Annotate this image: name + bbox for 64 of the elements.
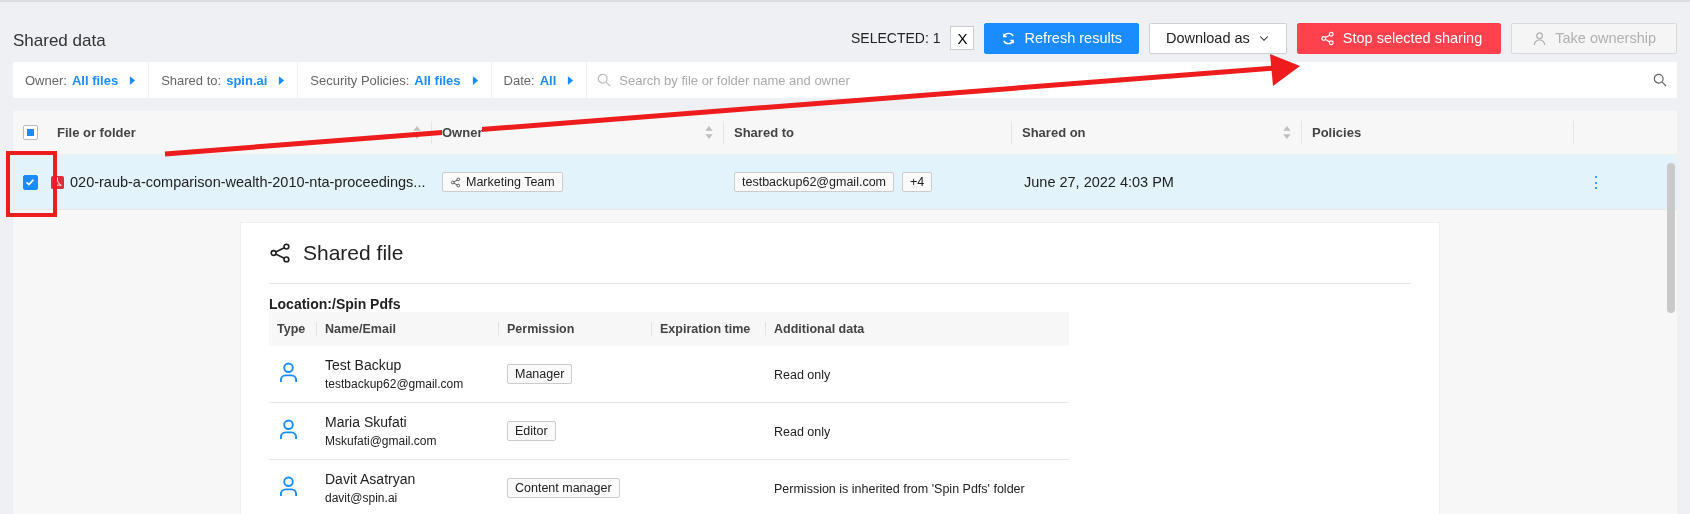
action-button[interactable]: Refresh results bbox=[984, 22, 1139, 54]
user-name: Maria Skufati bbox=[325, 414, 408, 430]
search-icon[interactable] bbox=[1653, 73, 1667, 87]
additional-data: Read only bbox=[774, 368, 831, 382]
caret-icon bbox=[129, 75, 137, 85]
shared-date: June 27, 2022 4:03 PM bbox=[1023, 174, 1174, 190]
table-row[interactable]: 020-raub-a-comparison-wealth-2010-nta-proceedings... Marketing Team testbackup62@gmail.com +4 June 27, 2022 4:03 PM ⋮ bbox=[13, 155, 1677, 210]
sort-icon[interactable] bbox=[413, 126, 421, 139]
share-icon bbox=[269, 242, 291, 264]
location-label: Location:/Spin Pdfs bbox=[269, 296, 402, 312]
column-header: Permission bbox=[499, 322, 652, 336]
column-header: Shared on bbox=[1022, 125, 1086, 140]
user-email: Mskufati@gmail.com bbox=[325, 434, 438, 448]
search-icon bbox=[597, 73, 612, 87]
permission-tag: Manager bbox=[507, 364, 573, 384]
file-name[interactable]: 020-raub-a-comparison-wealth-2010-nta-proceedings... bbox=[70, 174, 426, 190]
user-name: Test Backup bbox=[325, 357, 403, 373]
filter-dropdown[interactable]: Security Policies: All files bbox=[298, 62, 491, 98]
search-field[interactable]: Search by file or folder name and owner bbox=[587, 62, 1677, 98]
download-dropdown[interactable]: Download as bbox=[1148, 22, 1287, 54]
user-name: Davit Asatryan bbox=[325, 471, 417, 487]
check-icon bbox=[24, 176, 36, 188]
column-header: Name/Email bbox=[317, 322, 499, 336]
row-checkbox[interactable] bbox=[22, 174, 38, 190]
caret-icon bbox=[567, 75, 575, 85]
column-header: Policies bbox=[1312, 125, 1362, 140]
share-icon bbox=[450, 176, 461, 188]
sort-icon[interactable] bbox=[1283, 126, 1291, 139]
column-header: Type bbox=[269, 322, 317, 336]
selected-count: SELECTED: 1 bbox=[850, 30, 941, 46]
share-icon bbox=[1319, 30, 1335, 46]
permission-tag: Editor bbox=[507, 421, 556, 441]
caret-icon bbox=[278, 75, 286, 85]
column-header: File or folder bbox=[57, 125, 136, 140]
column-header: Owner bbox=[442, 125, 483, 140]
select-all-checkbox[interactable] bbox=[22, 125, 38, 140]
clear-selection-button[interactable]: X bbox=[950, 26, 975, 50]
card-title: Shared file bbox=[303, 241, 404, 265]
user-email: davit@spin.ai bbox=[325, 491, 399, 505]
scrollbar[interactable] bbox=[1667, 163, 1675, 313]
recipient-tag: testbackup62@gmail.com bbox=[734, 172, 894, 192]
caret-icon bbox=[471, 75, 479, 85]
filter-dropdown[interactable]: Owner: All files bbox=[13, 62, 149, 98]
column-header: Shared to bbox=[734, 125, 794, 140]
user-icon bbox=[1532, 30, 1548, 46]
additional-data: Read only bbox=[774, 425, 831, 439]
refresh-icon bbox=[1001, 30, 1017, 46]
annotation-box bbox=[6, 151, 57, 217]
filter-dropdown[interactable]: Shared to: spin.ai bbox=[149, 62, 298, 98]
permission-tag: Content manager bbox=[507, 478, 620, 498]
user-icon bbox=[279, 418, 298, 440]
user-email: testbackup62@gmail.com bbox=[325, 377, 465, 391]
user-icon bbox=[279, 475, 298, 497]
action-button[interactable]: Stop selected sharing bbox=[1296, 22, 1502, 54]
user-icon bbox=[279, 361, 298, 383]
more-recipients-tag[interactable]: +4 bbox=[902, 172, 933, 192]
owner-tag: Marketing Team bbox=[442, 172, 563, 192]
column-header: Expiration time bbox=[652, 322, 766, 336]
sort-icon[interactable] bbox=[705, 126, 713, 139]
additional-data: Permission is inherited from 'Spin Pdfs' folder bbox=[774, 482, 1025, 496]
column-header: Additional data bbox=[773, 322, 866, 336]
filter-dropdown[interactable]: Date: All bbox=[491, 62, 587, 98]
page-title: Shared data bbox=[13, 30, 106, 51]
more-menu[interactable]: ⋮ bbox=[1588, 172, 1604, 192]
